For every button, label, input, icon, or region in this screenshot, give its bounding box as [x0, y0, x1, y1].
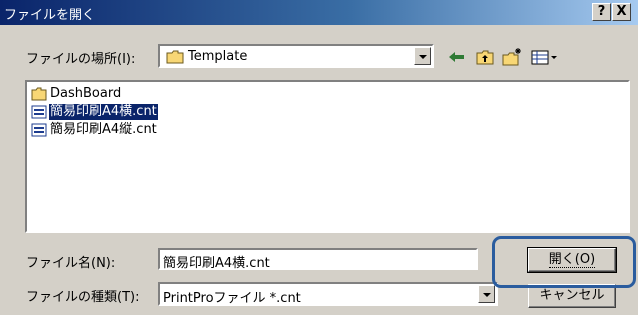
window-title: ファイルを開く — [4, 8, 96, 23]
file-list[interactable]: DashBoard 簡易印刷A4横.cnt 簡易印刷A4縦.cnt — [25, 80, 630, 233]
filename-input[interactable]: 簡易印刷A4横.cnt — [158, 248, 478, 271]
filename-label: ファイル名(N): — [26, 256, 116, 271]
filetype-label: ファイルの種類(T): — [26, 290, 140, 305]
file-name: DashBoard — [50, 86, 122, 101]
back-arrow-icon[interactable] — [446, 47, 468, 67]
document-icon — [31, 105, 47, 119]
help-button[interactable]: ? — [592, 3, 611, 21]
filetype-dropdown-button[interactable] — [478, 285, 495, 303]
lookin-value: Template — [188, 49, 248, 64]
open-file-dialog: ファイルを開く ? X ファイルの場所(I): Template DashBoa… — [0, 0, 638, 315]
lookin-dropdown-button[interactable] — [414, 47, 431, 65]
file-name: 簡易印刷A4横.cnt — [49, 104, 158, 120]
close-button[interactable]: X — [612, 3, 631, 21]
lookin-combo[interactable]: Template — [158, 44, 434, 68]
title-bar[interactable]: ファイルを開く ? X — [0, 0, 638, 25]
list-item-folder[interactable]: DashBoard — [31, 85, 122, 103]
list-item-file[interactable]: 簡易印刷A4縦.cnt — [31, 121, 158, 139]
list-item-file-selected[interactable]: 簡易印刷A4横.cnt — [31, 103, 158, 121]
file-name: 簡易印刷A4縦.cnt — [50, 122, 157, 137]
filetype-combo[interactable]: PrintProファイル *.cnt — [158, 282, 498, 306]
highlight-ring — [492, 236, 636, 288]
folder-icon — [31, 87, 47, 101]
filetype-value: PrintProファイル *.cnt — [163, 291, 301, 306]
new-folder-icon[interactable] — [501, 47, 523, 67]
up-folder-icon[interactable] — [474, 47, 496, 67]
lookin-label: ファイルの場所(I): — [26, 52, 136, 67]
view-menu-icon[interactable] — [530, 47, 560, 67]
document-icon — [31, 123, 47, 137]
folder-icon — [166, 50, 184, 64]
